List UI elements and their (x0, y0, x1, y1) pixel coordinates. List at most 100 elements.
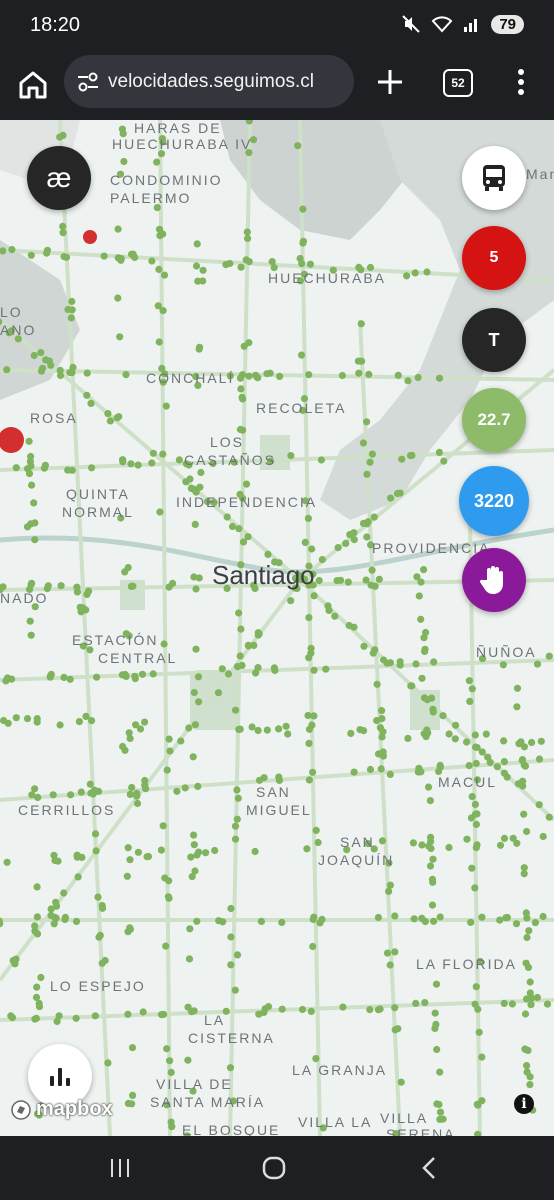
vehicle-dot[interactable] (543, 1000, 552, 1008)
vehicle-dot[interactable] (129, 582, 137, 590)
vehicle-dot[interactable] (428, 901, 437, 909)
vehicle-dot[interactable] (121, 568, 129, 576)
vehicle-dot[interactable] (159, 822, 167, 830)
vehicle-dot[interactable] (89, 790, 97, 798)
vehicle-dot[interactable] (236, 725, 244, 733)
vehicle-dot[interactable] (218, 665, 226, 673)
vehicle-dot[interactable] (412, 999, 420, 1008)
vehicle-dot[interactable] (30, 785, 39, 793)
vehicle-dot[interactable] (423, 696, 431, 704)
vehicle-dot[interactable] (4, 719, 12, 727)
vehicle-dot[interactable] (33, 983, 41, 991)
vehicle-dot[interactable] (162, 942, 170, 950)
vehicle-dot[interactable] (88, 464, 96, 472)
vehicle-dot[interactable] (539, 832, 547, 841)
vehicle-dot[interactable] (199, 266, 207, 274)
vehicle-dot[interactable] (56, 721, 64, 729)
vehicle-dot[interactable] (131, 672, 139, 680)
bus-mode-button[interactable] (462, 146, 526, 210)
vehicle-dot[interactable] (545, 813, 553, 821)
vehicle-dot[interactable] (27, 462, 35, 470)
vehicle-dot[interactable] (211, 846, 219, 855)
vehicle-dot[interactable] (3, 674, 12, 682)
home-button[interactable] (14, 66, 52, 104)
vehicle-dot[interactable] (383, 949, 392, 957)
vehicle-dot[interactable] (47, 361, 55, 369)
vehicle-dot[interactable] (129, 250, 137, 258)
vehicle-dot[interactable] (237, 625, 245, 633)
vehicle-dot[interactable] (244, 234, 252, 242)
vehicle-dot[interactable] (472, 844, 480, 852)
vehicle-dot[interactable] (338, 371, 346, 380)
vehicle-dot[interactable] (391, 912, 399, 920)
vehicle-dot[interactable] (182, 478, 190, 486)
vehicle-dot[interactable] (512, 920, 521, 928)
vehicle-dot[interactable] (522, 995, 531, 1003)
vehicle-dot[interactable] (378, 707, 386, 715)
vehicle-dot[interactable] (365, 370, 373, 378)
vehicle-dot[interactable] (310, 592, 318, 600)
vehicle-dot[interactable] (248, 723, 256, 731)
vehicle-dot[interactable] (231, 986, 239, 994)
vehicle-dot[interactable] (287, 597, 295, 605)
vehicle-dot[interactable] (23, 523, 32, 531)
vehicle-dot[interactable] (148, 459, 156, 467)
vehicle-dot[interactable] (91, 830, 100, 838)
vehicle-dot[interactable] (194, 673, 203, 681)
vehicle-dot[interactable] (496, 916, 504, 924)
vehicle-dot[interactable] (242, 480, 251, 488)
vehicle-dot[interactable] (526, 1081, 534, 1089)
back-button[interactable] (410, 1154, 450, 1182)
info-icon[interactable]: i (514, 1094, 534, 1114)
vehicle-dot[interactable] (33, 883, 41, 891)
vehicle-dot[interactable] (522, 909, 530, 917)
vehicle-dot[interactable] (278, 1005, 286, 1013)
vehicle-dot[interactable] (472, 983, 480, 991)
vehicle-dot[interactable] (363, 418, 371, 426)
vehicle-dot[interactable] (304, 514, 312, 522)
vehicle-dot[interactable] (254, 664, 262, 672)
vehicle-dot[interactable] (426, 862, 435, 870)
vehicle-dot[interactable] (468, 864, 476, 872)
vehicle-dot[interactable] (49, 791, 57, 799)
vehicle-dot[interactable] (310, 666, 318, 674)
vehicle-dot[interactable] (100, 252, 108, 260)
vehicle-dot[interactable] (408, 682, 416, 690)
vehicle-dot[interactable] (508, 1000, 516, 1008)
vehicle-dot[interactable] (155, 265, 163, 273)
vehicle-dot[interactable] (139, 1008, 147, 1016)
vehicle-dot[interactable] (298, 1005, 307, 1014)
vehicle-dot[interactable] (403, 272, 411, 280)
vehicle-dot[interactable] (358, 357, 366, 365)
vehicle-dot[interactable] (195, 698, 203, 706)
vehicle-dot[interactable] (373, 680, 381, 688)
vehicle-dot[interactable] (318, 556, 326, 564)
vehicle-dot[interactable] (163, 1045, 171, 1053)
vehicle-dot[interactable] (435, 448, 443, 456)
vehicle-dot[interactable] (418, 841, 426, 849)
vehicle-dot[interactable] (231, 822, 240, 830)
vehicle-dot[interactable] (412, 660, 420, 668)
vehicle-dot[interactable] (478, 913, 486, 921)
vehicle-dot[interactable] (236, 652, 244, 660)
vehicle-dot[interactable] (73, 851, 81, 859)
vehicle-dot[interactable] (160, 640, 168, 648)
vehicle-dot[interactable] (429, 708, 437, 716)
vehicle-dot[interactable] (33, 913, 42, 921)
vehicle-dot[interactable] (166, 747, 174, 755)
vehicle-dot[interactable] (32, 993, 41, 1002)
vehicle-dot[interactable] (113, 414, 121, 422)
vehicle-dot[interactable] (303, 845, 311, 853)
vehicle-dot[interactable] (304, 711, 312, 720)
vehicle-dot[interactable] (223, 513, 231, 521)
vehicle-dot[interactable] (116, 333, 124, 341)
vehicle-dot[interactable] (255, 1010, 263, 1018)
vehicle-dot[interactable] (521, 762, 530, 770)
vehicle-dot[interactable] (522, 959, 530, 967)
vehicle-dot[interactable] (72, 917, 81, 926)
vehicle-dot[interactable] (368, 450, 376, 458)
vehicle-dot[interactable] (296, 254, 304, 263)
vehicle-dot[interactable] (157, 846, 165, 854)
vehicle-dot[interactable] (471, 810, 480, 818)
recents-button[interactable] (100, 1154, 140, 1182)
